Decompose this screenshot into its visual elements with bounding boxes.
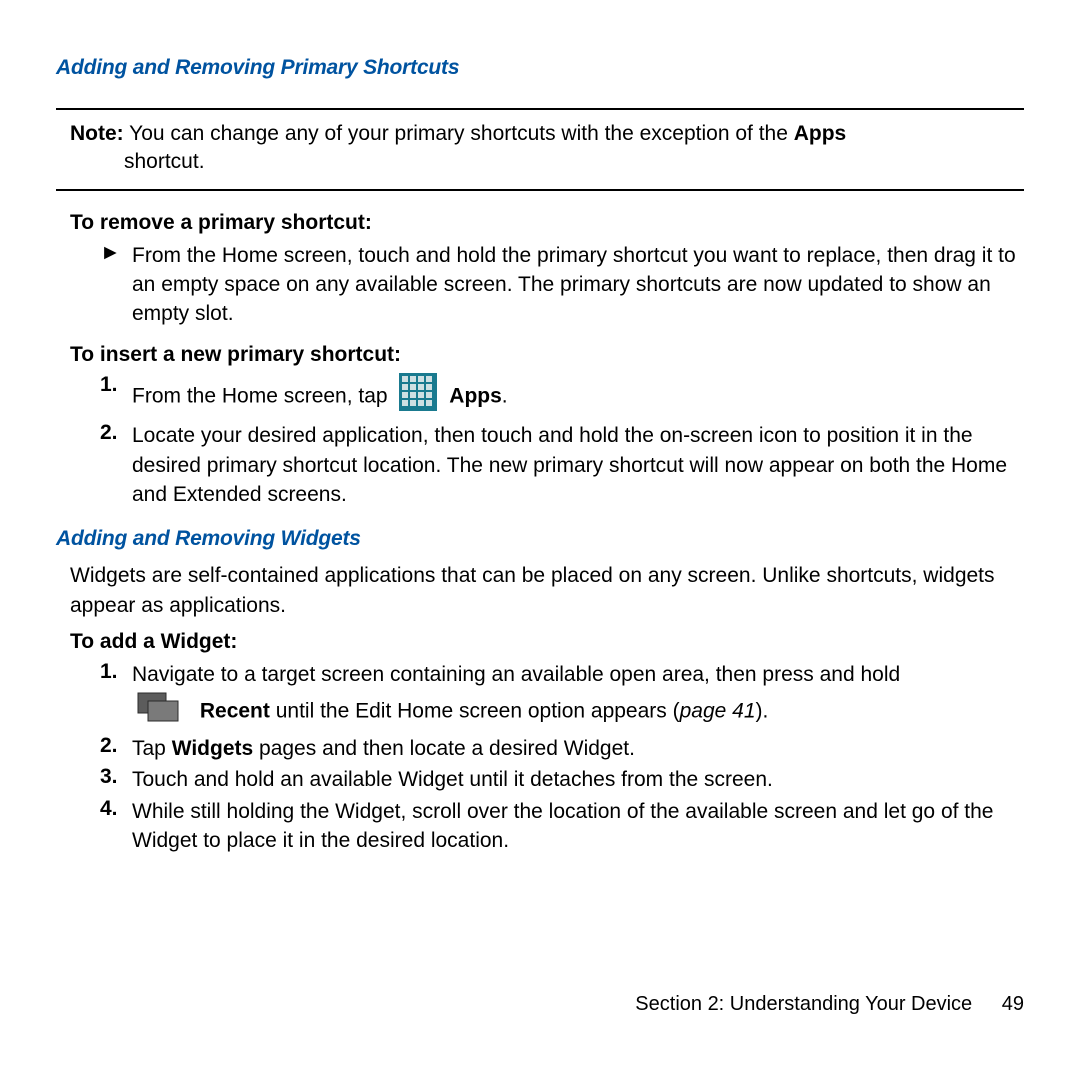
add-widget-title: To add a Widget:: [70, 630, 1024, 654]
footer-section: Section 2: Understanding Your Device: [635, 993, 972, 1015]
add-widget-item-4: 4. While still holding the Widget, scrol…: [100, 797, 1024, 856]
remove-shortcut-text: From the Home screen, touch and hold the…: [132, 241, 1022, 329]
recent-label: Recent: [200, 699, 270, 722]
page-ref: page 41: [680, 699, 756, 722]
add-widget-item-2-text: Tap Widgets pages and then locate a desi…: [132, 734, 1024, 763]
text-segment: ).: [756, 699, 769, 722]
insert-shortcut-list: 1. From the Home screen, tap Apps.: [100, 373, 1024, 510]
footer-page-number: 49: [1002, 993, 1024, 1015]
widgets-intro: Widgets are self-contained applications …: [70, 561, 1024, 620]
apps-grid-icon: [399, 373, 437, 419]
remove-shortcut-bullet: ► From the Home screen, touch and hold t…: [100, 241, 1024, 329]
list-number: 2.: [100, 734, 132, 763]
list-number: 2.: [100, 421, 132, 509]
note-line-1: Note: You can change any of your primary…: [70, 120, 1020, 148]
note-label: Note:: [70, 122, 124, 145]
text-line: Recent until the Edit Home screen option…: [132, 690, 1024, 732]
add-widget-item-3: 3. Touch and hold an available Widget un…: [100, 765, 1024, 794]
text-line: Navigate to a target screen containing a…: [132, 660, 1024, 689]
text-segment: Tap: [132, 737, 172, 760]
text-segment: pages and then locate a desired Widget.: [253, 737, 635, 760]
list-number: 1.: [100, 373, 132, 419]
insert-shortcut-item-1: 1. From the Home screen, tap Apps.: [100, 373, 1024, 419]
list-number: 3.: [100, 765, 132, 794]
note-text-a: You can change any of your primary short…: [124, 122, 794, 145]
remove-shortcut-title: To remove a primary shortcut:: [70, 211, 1024, 235]
add-widget-item-3-text: Touch and hold an available Widget until…: [132, 765, 1024, 794]
recent-icon: [132, 690, 184, 732]
add-widget-item-4-text: While still holding the Widget, scroll o…: [132, 797, 1024, 856]
insert-shortcut-item-2-text: Locate your desired application, then to…: [132, 421, 1024, 509]
triangle-bullet-icon: ►: [100, 241, 132, 329]
insert-shortcut-item-2: 2. Locate your desired application, then…: [100, 421, 1024, 509]
apps-label: Apps: [449, 384, 502, 407]
add-widget-item-1-text: Navigate to a target screen containing a…: [132, 660, 1024, 732]
widgets-word: Widgets: [172, 737, 253, 760]
text-segment: .: [502, 384, 508, 407]
add-widget-list: 1. Navigate to a target screen containin…: [100, 660, 1024, 855]
document-page: Adding and Removing Primary Shortcuts No…: [0, 0, 1080, 1080]
list-number: 1.: [100, 660, 132, 732]
heading-primary-shortcuts: Adding and Removing Primary Shortcuts: [56, 56, 1024, 80]
text-segment: until the Edit Home screen option appear…: [270, 699, 680, 722]
add-widget-item-1: 1. Navigate to a target screen containin…: [100, 660, 1024, 732]
page-footer: Section 2: Understanding Your Device 49: [635, 993, 1024, 1016]
insert-shortcut-title: To insert a new primary shortcut:: [70, 343, 1024, 367]
note-box: Note: You can change any of your primary…: [56, 108, 1024, 191]
list-number: 4.: [100, 797, 132, 856]
note-apps-word: Apps: [794, 122, 847, 145]
add-widget-item-2: 2. Tap Widgets pages and then locate a d…: [100, 734, 1024, 763]
insert-shortcut-item-1-text: From the Home screen, tap Apps.: [132, 373, 1024, 419]
text-segment: From the Home screen, tap: [132, 384, 393, 407]
note-line-2: shortcut.: [124, 148, 1020, 176]
heading-widgets: Adding and Removing Widgets: [56, 527, 1024, 551]
